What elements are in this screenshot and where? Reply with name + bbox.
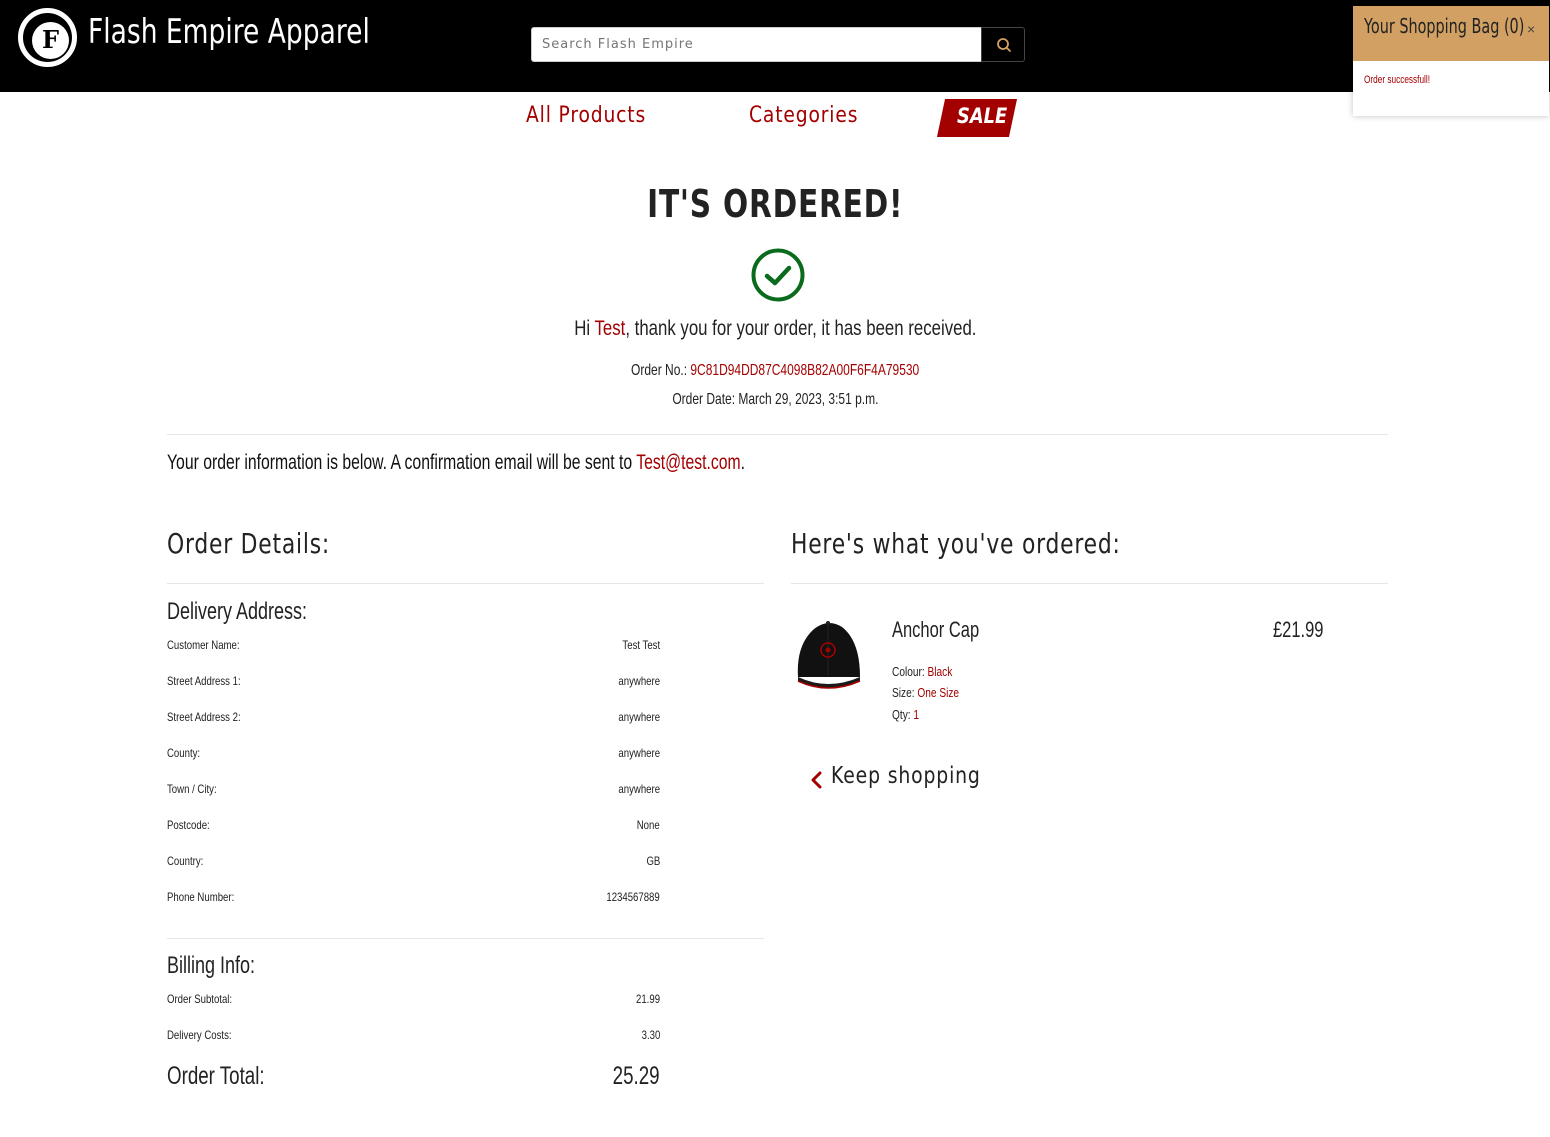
nav-all-products[interactable]: All Products <box>526 103 646 128</box>
nav-sale-label[interactable]: SALE <box>957 104 1007 128</box>
billing-label: Delivery Costs: <box>167 1028 232 1042</box>
delivery-label: Phone Number: <box>167 890 235 904</box>
delivery-value: None <box>637 818 660 832</box>
search-bar <box>531 27 1025 62</box>
brand-name[interactable]: Flash Empire Apparel <box>88 12 370 52</box>
logo-letter: F <box>41 25 60 54</box>
delivery-label: Street Address 1: <box>167 674 241 688</box>
delivery-value: Test Test <box>622 638 660 652</box>
delivery-value: anywhere <box>618 746 660 760</box>
divider <box>167 583 764 584</box>
brand-logo[interactable]: F <box>18 8 77 67</box>
thank-you-message: Hi Test, thank you for your order, it ha… <box>0 317 1550 341</box>
order-number: Order No.: 9C81D94DD87C4098B82A00F6F4A79… <box>0 362 1550 380</box>
qty-value: 1 <box>913 707 920 722</box>
order-details-title: Order Details: <box>167 527 331 560</box>
order-number-label: Order No.: <box>630 362 691 379</box>
order-date: Order Date: March 29, 2023, 3:51 p.m. <box>0 391 1550 409</box>
ordered-items-title: Here's what you've ordered: <box>791 527 1121 560</box>
divider <box>791 583 1388 584</box>
chevron-left-icon <box>811 771 822 789</box>
product-qty: Qty: 1 <box>892 707 919 722</box>
customer-email[interactable]: Test@test.com <box>636 451 740 474</box>
info-prefix: Your order information is below. A confi… <box>167 451 637 474</box>
delivery-value: anywhere <box>618 674 660 688</box>
shopping-bag-toast: Your Shopping Bag (0) × Order successful… <box>1353 6 1549 116</box>
top-bar: F Flash Empire Apparel <box>0 0 1550 92</box>
delivery-value: 1234567889 <box>606 890 660 904</box>
size-value: One Size <box>917 685 960 700</box>
product-colour: Colour: Black <box>892 664 952 679</box>
bag-header: Your Shopping Bag (0) × <box>1353 6 1549 61</box>
product-name[interactable]: Anchor Cap <box>892 617 979 643</box>
customer-name: Test <box>594 317 625 340</box>
search-icon <box>997 38 1011 52</box>
delivery-address-title: Delivery Address: <box>167 598 308 625</box>
page-title-text: IT'S ORDERED! <box>646 182 904 226</box>
page-title: IT'S ORDERED! <box>0 182 1550 226</box>
divider <box>167 938 764 939</box>
order-date-value: March 29, 2023, 3:51 p.m. <box>737 391 879 408</box>
billing-label: Order Subtotal: <box>167 992 233 1006</box>
billing-info-title: Billing Info: <box>167 952 256 979</box>
nav-categories[interactable]: Categories <box>749 103 858 128</box>
delivery-label: Street Address 2: <box>167 710 241 724</box>
billing-value: 21.99 <box>635 992 660 1006</box>
billing-value: 3.30 <box>641 1028 660 1042</box>
confirmation-email-note: Your order information is below. A confi… <box>167 451 745 475</box>
order-total-value: 25.29 <box>613 1062 660 1090</box>
qty-label: Qty: <box>892 707 914 722</box>
delivery-value: anywhere <box>618 782 660 796</box>
size-label: Size: <box>892 685 918 700</box>
check-circle-icon <box>751 248 805 302</box>
delivery-label: Customer Name: <box>167 638 240 652</box>
delivery-label: County: <box>167 746 201 760</box>
delivery-label: Town / City: <box>167 782 217 796</box>
search-button[interactable] <box>981 27 1025 62</box>
order-number-value: 9C81D94DD87C4098B82A00F6F4A79530 <box>690 362 920 379</box>
logo-badge: F <box>32 22 69 59</box>
delivery-value: GB <box>646 854 660 868</box>
order-total-label: Order Total: <box>167 1062 265 1090</box>
info-suffix: . <box>740 451 746 474</box>
greeting-prefix: Hi <box>573 317 595 340</box>
delivery-label: Postcode: <box>167 818 210 832</box>
greeting-suffix: , thank you for your order, it has been … <box>624 317 977 340</box>
close-icon[interactable]: × <box>1527 21 1535 37</box>
cap-image[interactable] <box>792 615 864 695</box>
product-price: £21.99 <box>1273 617 1324 642</box>
divider <box>167 434 1388 435</box>
product-size: Size: One Size <box>892 685 959 700</box>
delivery-label: Country: <box>167 854 204 868</box>
colour-value: Black <box>927 664 953 679</box>
search-input[interactable] <box>531 27 982 62</box>
colour-label: Colour: <box>892 664 928 679</box>
bag-message: Order successfull! <box>1364 74 1431 86</box>
logo-ring: F <box>23 13 72 62</box>
delivery-value: anywhere <box>618 710 660 724</box>
bag-title[interactable]: Your Shopping Bag (0) <box>1364 14 1524 38</box>
order-date-label: Order Date: <box>671 391 738 408</box>
keep-shopping-label: Keep shopping <box>831 763 981 789</box>
